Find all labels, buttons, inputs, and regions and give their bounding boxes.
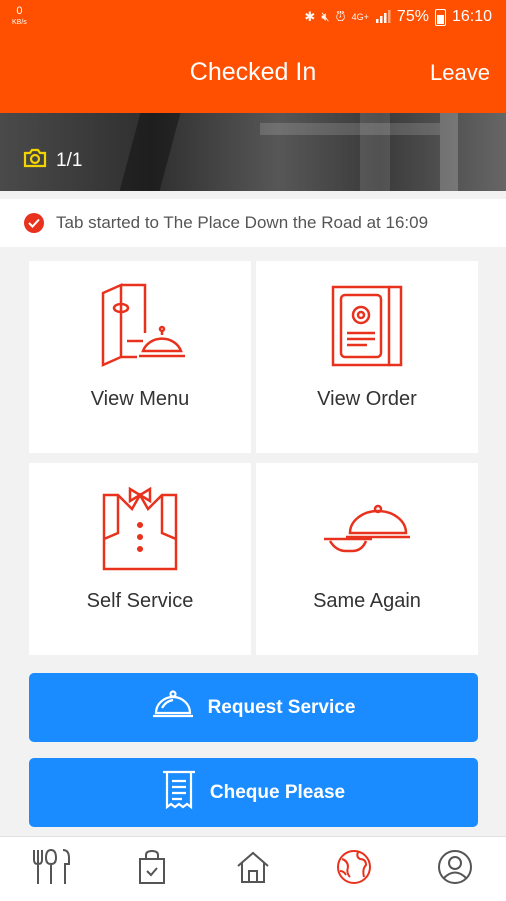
tab-started-text: Tab started to The Place Down the Road a… [56,213,429,232]
view-order-tile[interactable]: View Order [256,261,478,453]
profile-icon [437,849,473,890]
battery-icon [434,8,446,26]
request-service-label: Request Service [207,696,356,718]
nav-home[interactable] [223,844,283,894]
photo-counter[interactable]: 1/1 [22,147,82,175]
waiter-icon [29,483,251,575]
same-again-label: Same Again [313,590,421,612]
service-bell-icon [152,689,194,727]
battery-percent: 75% [396,8,429,25]
photo-counter-text: 1/1 [56,150,83,171]
order-ticket-icon [256,281,478,369]
receipt-icon [162,769,196,817]
lte-indicator: 4G+ [351,12,369,22]
network-speed-value: 0 [16,5,23,17]
camera-icon [22,147,48,175]
cutlery-icon [31,848,71,891]
status-bar: 0 KB/s ✱ 🔇︎ ⏰︎ 4G+ 75% 16:10 [0,6,506,30]
tab-started-notice: Tab started to The Place Down the Road a… [0,199,506,247]
venue-photo[interactable]: 1/1 [0,113,506,191]
mute-icon: 🔇︎ [321,9,330,24]
view-order-label: View Order [317,388,417,410]
request-service-button[interactable]: Request Service [29,673,478,742]
alarm-icon: ⏰︎ [335,9,346,24]
network-speed: 0 KB/s [12,6,27,28]
cheque-please-button[interactable]: Cheque Please [29,758,478,827]
bottom-navigation [0,836,506,901]
bluetooth-icon: ✱ [304,9,316,24]
nav-menu[interactable] [21,844,81,894]
signal-icon [375,9,391,26]
same-again-tile[interactable]: Same Again [256,463,478,655]
self-service-label: Self Service [86,590,194,612]
clock: 16:10 [451,8,492,25]
cloche-plate-icon [256,501,478,557]
network-speed-unit: KB/s [12,19,27,26]
home-icon [236,850,270,889]
globe-icon [336,849,372,890]
app-header: 0 KB/s ✱ 🔇︎ ⏰︎ 4G+ 75% 16:10 Checked In … [0,0,506,113]
nav-profile[interactable] [425,844,485,894]
check-circle-icon [24,213,44,233]
self-service-tile[interactable]: Self Service [29,463,251,655]
menu-cloche-icon [29,281,251,373]
status-icons: ✱ 🔇︎ ⏰︎ 4G+ 75% 16:10 [304,8,492,26]
cheque-please-label: Cheque Please [209,781,346,803]
shopping-bag-icon [137,849,167,890]
view-menu-tile[interactable]: View Menu [29,261,251,453]
nav-explore[interactable] [324,844,384,894]
view-menu-label: View Menu [90,388,190,410]
nav-orders[interactable] [122,844,182,894]
leave-button[interactable]: Leave [430,60,490,86]
